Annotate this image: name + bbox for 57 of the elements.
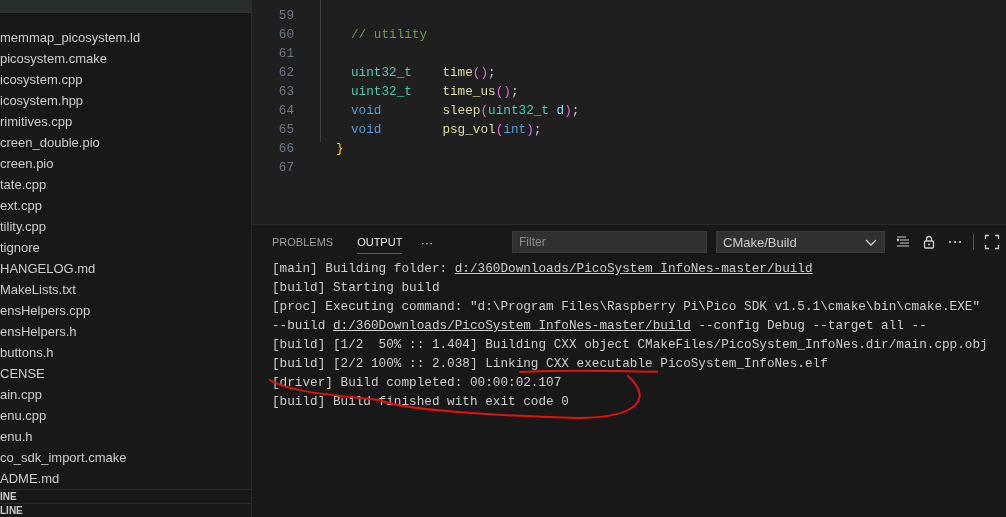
more-button[interactable]: ···: [420, 234, 434, 250]
file-item[interactable]: ext.cpp: [0, 195, 251, 216]
lock-icon[interactable]: [921, 234, 937, 250]
output-text: --config Debug --target all --: [697, 318, 927, 333]
file-item[interactable]: creen_double.pio: [0, 132, 251, 153]
output-text: [build] [1/2 50% :: 1.404] Building CXX object CMakeFiles/PicoSystem_InfoNes.dir/main.cpp.obj: [272, 337, 988, 352]
code-line: uint32_t time_us();: [350, 83, 519, 101]
line-number: 64: [277, 102, 294, 120]
filter-field[interactable]: Filter: [512, 231, 707, 253]
output-text: [build] [2/2 100% :: 2.038] Linking CXX executable PicoSystem_InfoNes.elf: [272, 356, 828, 371]
file-item[interactable]: ensHelpers.h: [0, 321, 251, 342]
line-number: 63: [277, 83, 294, 101]
file-item[interactable]: CENSE: [0, 363, 251, 384]
file-item[interactable]: co_sdk_import.cmake: [0, 447, 251, 468]
clear-output-icon[interactable]: [895, 234, 911, 250]
maximize-icon[interactable]: [984, 234, 1000, 250]
path-link[interactable]: d:/360Downloads/PicoSystem_InfoNes-master/build: [454, 261, 813, 276]
file-item[interactable]: tate.cpp: [0, 174, 251, 195]
output-text: --build: [272, 318, 327, 333]
line-number: 66: [277, 140, 294, 158]
code-line: // utility: [350, 26, 428, 44]
line-number: 67: [277, 159, 294, 177]
file-item[interactable]: HANGELOG.md: [0, 258, 251, 279]
code-line: }: [336, 140, 344, 158]
output-text: [main] Building folder:: [272, 261, 449, 276]
file-item[interactable]: ensHelpers.cpp: [0, 300, 251, 321]
file-item[interactable]: rimitives.cpp: [0, 111, 251, 132]
file-item[interactable]: tignore: [0, 237, 251, 258]
channel-dropdown[interactable]: CMake/Build: [716, 231, 885, 253]
file-item[interactable]: enu.cpp: [0, 405, 251, 426]
code-line: uint32_t time();: [350, 64, 496, 82]
file-item[interactable]: buttons.h: [0, 342, 251, 363]
file-item[interactable]: memmap_picosystem.ld: [0, 27, 251, 48]
file-item[interactable]: enu.h: [0, 426, 251, 447]
file-item[interactable]: creen.pio: [0, 153, 251, 174]
panel-tab[interactable]: PROBLEMS: [272, 230, 334, 254]
panel-tab[interactable]: OUTPUT: [357, 230, 403, 254]
file-item[interactable]: MakeLists.txt: [0, 279, 251, 300]
line-number: 62: [277, 64, 294, 82]
file-item[interactable]: tility.cpp: [0, 216, 251, 237]
file-item[interactable]: picosystem.cmake: [0, 48, 251, 69]
output-text: [proc] Executing command: "d:\Program Files\Raspberry Pi\Pico SDK v1.5.1\cmake\bin\cmake.EXE": [272, 299, 981, 314]
line-number: 65: [277, 121, 294, 139]
file-item[interactable]: ain.cpp: [0, 384, 251, 405]
line-number: 61: [277, 45, 294, 63]
path-link[interactable]: d:/360Downloads/PicoSystem_InfoNes-master/build: [332, 318, 691, 333]
section-header[interactable]: LINE: [0, 504, 23, 517]
file-item[interactable]: icosystem.hpp: [0, 90, 251, 111]
section-header[interactable]: INE: [0, 490, 17, 503]
file-item[interactable]: ADME.md: [0, 468, 251, 489]
line-number: 60: [277, 26, 294, 44]
line-number: 59: [277, 7, 294, 25]
output-text: [build] Starting build: [272, 280, 440, 295]
output-text: [driver] Build completed: 00:00:02.107: [272, 375, 562, 390]
code-line: void sleep(uint32_t d);: [350, 102, 580, 120]
code-line: void psg_vol(int);: [350, 121, 542, 139]
file-item[interactable]: icosystem.cpp: [0, 69, 251, 90]
